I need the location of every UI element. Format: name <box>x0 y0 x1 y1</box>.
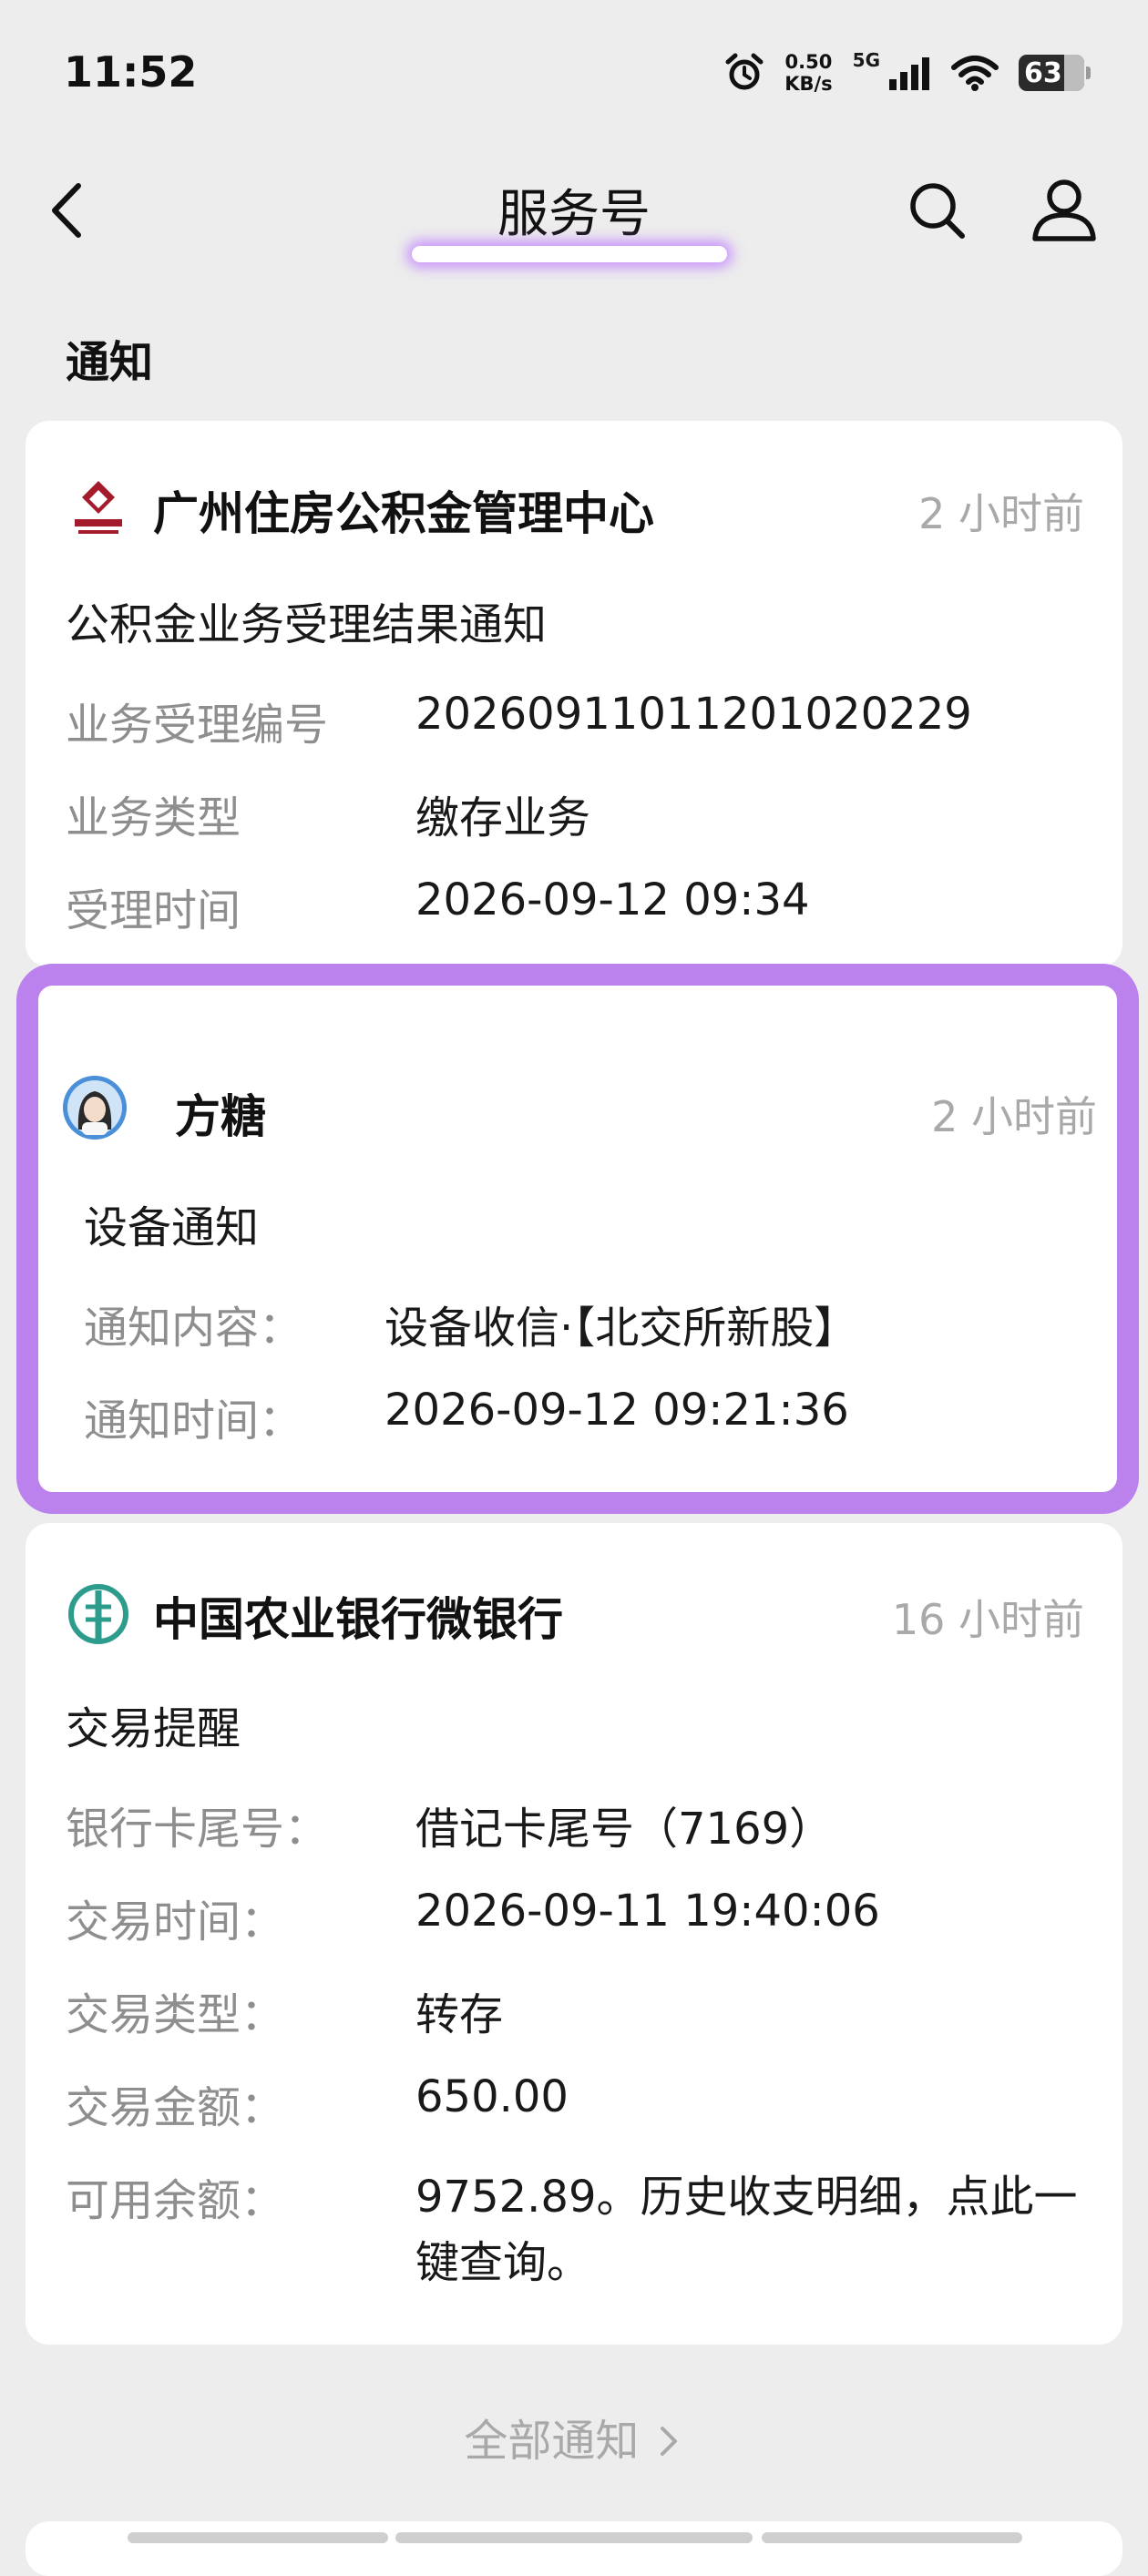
field-label: 交易时间： <box>66 1896 285 1947</box>
field-value: 2026-09-11 19:40:06 <box>415 1886 880 1937</box>
all-notifications-link[interactable]: 全部通知 <box>0 2405 1148 2469</box>
page-indicator-bar <box>762 2532 1022 2543</box>
field-label: 业务类型 <box>66 792 241 843</box>
field-value: 设备收信·【北交所新股】 <box>384 1303 858 1354</box>
signal-label: 5G <box>852 49 880 71</box>
wifi-icon <box>951 56 999 91</box>
field-value: 202609110112010202​29 <box>415 689 972 740</box>
field-value: 650.00 <box>415 2071 569 2122</box>
sender-name: 方糖 <box>175 1090 266 1143</box>
notification-card-fangtang[interactable]: 方糖 2 小时前 设备通知 通知内容： 设备收信·【北交所新股】 通知时间： 2… <box>16 964 1139 1514</box>
abc-bank-logo-icon <box>68 1584 128 1644</box>
section-title: 通知 <box>66 337 154 388</box>
field-label: 可用余额： <box>66 2175 285 2226</box>
net-speed-value: 0.50 <box>784 51 833 73</box>
field-label: 通知内容： <box>84 1303 303 1354</box>
field-value: 2026-09-12 09:21:36 <box>384 1385 849 1436</box>
notification-card-abc-bank[interactable]: 中国农业银行微银行 16 小时前 交易提醒 银行卡尾号： 借记卡尾号（7169）… <box>26 1523 1122 2345</box>
field-label: 交易金额： <box>66 2082 285 2133</box>
field-value: 缴存业务 <box>415 792 591 843</box>
all-notifications-label: 全部通知 <box>464 2416 640 2467</box>
page-indicator-bar <box>128 2532 388 2543</box>
next-card-peek <box>26 2521 1122 2576</box>
status-time: 11:52 <box>64 47 198 97</box>
field-value: 9752.89。历史收支明细，点此一键查询。 <box>415 2172 1078 2288</box>
field-label: 交易类型： <box>66 1989 285 2040</box>
message-title: 交易提醒 <box>66 1703 241 1754</box>
alarm-icon <box>725 53 764 90</box>
time-ago: 2 小时前 <box>931 1092 1097 1141</box>
battery-level: 63 <box>1024 56 1062 89</box>
fangtang-avatar <box>63 1076 127 1140</box>
title-highlight-underline <box>412 246 727 262</box>
battery-icon: 63 <box>1019 55 1091 91</box>
page-indicator-bar <box>395 2532 753 2543</box>
time-ago: 16 小时前 <box>891 1595 1084 1644</box>
profile-icon[interactable] <box>1030 175 1099 244</box>
net-speed-unit: KB/s <box>784 73 833 95</box>
chevron-right-icon <box>660 2427 677 2456</box>
field-label: 受理时间 <box>66 885 241 936</box>
status-icons: 0.50 KB/s 5G 63 <box>724 49 1091 95</box>
field-value: 借记卡尾号（7169） <box>415 1804 834 1855</box>
field-label: 业务受理编号 <box>66 700 329 751</box>
page-title: 服务号 <box>497 185 651 244</box>
signal-icon <box>889 57 929 90</box>
message-title: 公积金业务受理结果通知 <box>66 599 548 650</box>
search-icon[interactable] <box>907 179 968 242</box>
time-ago: 2 小时前 <box>918 489 1084 538</box>
field-value: 转存 <box>415 1989 504 2040</box>
net-speed: 0.50 KB/s <box>784 51 832 95</box>
field-label: 银行卡尾号： <box>66 1804 329 1855</box>
field-label: 通知时间： <box>84 1395 303 1446</box>
sender-name: 广州住房公积金管理中心 <box>153 487 654 540</box>
message-title: 设备通知 <box>84 1202 260 1253</box>
field-value: 2026-09-12 09:34 <box>415 874 810 925</box>
sender-name: 中国农业银行微银行 <box>153 1593 563 1646</box>
notification-card-housing-fund[interactable]: 广州住房公积金管理中心 2 小时前 公积金业务受理结果通知 业务受理编号 202… <box>26 421 1122 967</box>
housing-fund-logo-icon <box>75 481 122 534</box>
